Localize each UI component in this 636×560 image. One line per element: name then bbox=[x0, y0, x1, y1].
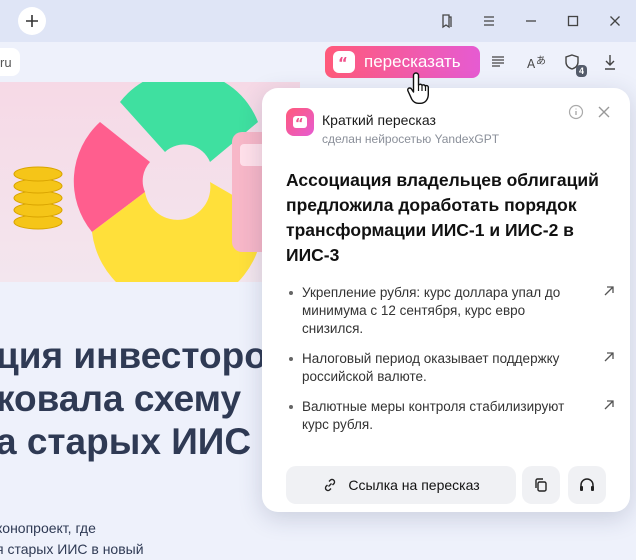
reader-mode-button[interactable] bbox=[486, 50, 510, 74]
protect-button[interactable]: 4 bbox=[560, 50, 587, 77]
close-icon bbox=[610, 16, 620, 26]
browser-toolbar: ru “ пересказать Aあ 4 bbox=[0, 42, 636, 82]
lead-line: конопроект, где bbox=[0, 520, 96, 536]
headline-line: ковала схему bbox=[0, 378, 242, 419]
headline-line: ция инвесторо bbox=[0, 335, 267, 376]
translate-icon: Aあ bbox=[527, 55, 546, 71]
minimize-icon bbox=[526, 20, 536, 22]
bookmarks-icon bbox=[442, 14, 452, 29]
summary-bullets: Укрепление рубля: курс доллара упал до м… bbox=[286, 284, 616, 446]
bookmarks-button[interactable] bbox=[426, 0, 468, 42]
headphones-icon bbox=[580, 478, 594, 491]
svg-text:あ: あ bbox=[536, 55, 546, 67]
quote-logo-icon: “ bbox=[286, 108, 314, 136]
arrow-up-right-icon[interactable] bbox=[602, 284, 616, 298]
article-headline: ция инвесторо ковала схему а старых ИИС … bbox=[0, 334, 284, 463]
info-icon[interactable] bbox=[568, 104, 584, 120]
arrow-up-right-icon[interactable] bbox=[602, 398, 616, 412]
headline-line: а старых ИИС в bbox=[0, 421, 285, 462]
close-window-button[interactable] bbox=[594, 0, 636, 42]
minimize-button[interactable] bbox=[510, 0, 552, 42]
url-text: ru bbox=[0, 54, 12, 70]
lead-line: я старых ИИС в новый bbox=[0, 541, 144, 557]
retell-label: пересказать bbox=[364, 52, 461, 71]
bullet-dot bbox=[289, 291, 293, 295]
tabs-badge: 4 bbox=[575, 65, 587, 77]
reader-icon bbox=[492, 56, 504, 67]
summary-bullet[interactable]: Укрепление рубля: курс доллара упал до м… bbox=[286, 284, 616, 338]
link-icon bbox=[325, 478, 336, 492]
window-titlebar bbox=[0, 0, 636, 42]
copy-text-button[interactable] bbox=[522, 466, 560, 504]
svg-text:“: “ bbox=[295, 117, 304, 129]
summary-heading: Ассоциация владельцев облигаций предложи… bbox=[286, 170, 599, 265]
bullet-text: Налоговый период оказывает поддержку рос… bbox=[302, 351, 560, 384]
translate-button[interactable]: Aあ bbox=[525, 50, 549, 74]
bullet-dot bbox=[289, 405, 293, 409]
copy-icon bbox=[535, 478, 547, 492]
summary-bullet[interactable]: Валютные меры контроля стабилизируют кур… bbox=[286, 398, 616, 434]
copy-link-button[interactable]: Ссылка на пересказ bbox=[286, 466, 516, 504]
copy-link-label: Ссылка на пересказ bbox=[348, 477, 480, 493]
hero-image bbox=[0, 82, 300, 282]
summary-subtitle: сделан нейросетью YandexGPT bbox=[322, 132, 500, 146]
article-lead: конопроект, где я старых ИИС в новый bbox=[0, 518, 144, 560]
bullet-text: Укрепление рубля: курс доллара упал до м… bbox=[302, 285, 561, 336]
bullet-dot bbox=[289, 357, 293, 361]
arrow-up-right-icon[interactable] bbox=[602, 350, 616, 364]
download-icon bbox=[605, 55, 615, 70]
summary-popup: “ Краткий пересказ сделан нейросетью Yan… bbox=[262, 88, 630, 512]
plus-icon bbox=[26, 15, 38, 27]
menu-icon bbox=[484, 16, 494, 26]
downloads-button[interactable] bbox=[598, 50, 622, 74]
summary-bullet[interactable]: Налоговый период оказывает поддержку рос… bbox=[286, 350, 616, 386]
summary-title: Краткий пересказ bbox=[322, 112, 436, 128]
listen-button[interactable] bbox=[568, 466, 606, 504]
svg-text:“: “ bbox=[338, 56, 348, 68]
new-tab-button[interactable] bbox=[18, 7, 46, 35]
bullet-text: Валютные меры контроля стабилизируют кур… bbox=[302, 399, 565, 432]
address-bar[interactable]: ru bbox=[0, 48, 20, 76]
svg-text:A: A bbox=[527, 57, 536, 71]
maximize-button[interactable] bbox=[552, 0, 594, 42]
retell-button[interactable]: “ пересказать bbox=[325, 46, 480, 78]
menu-button[interactable] bbox=[468, 0, 510, 42]
close-popup-icon[interactable] bbox=[596, 104, 612, 120]
hand-cursor-icon bbox=[406, 72, 429, 104]
maximize-icon bbox=[567, 15, 579, 27]
quote-icon: “ bbox=[333, 51, 355, 73]
